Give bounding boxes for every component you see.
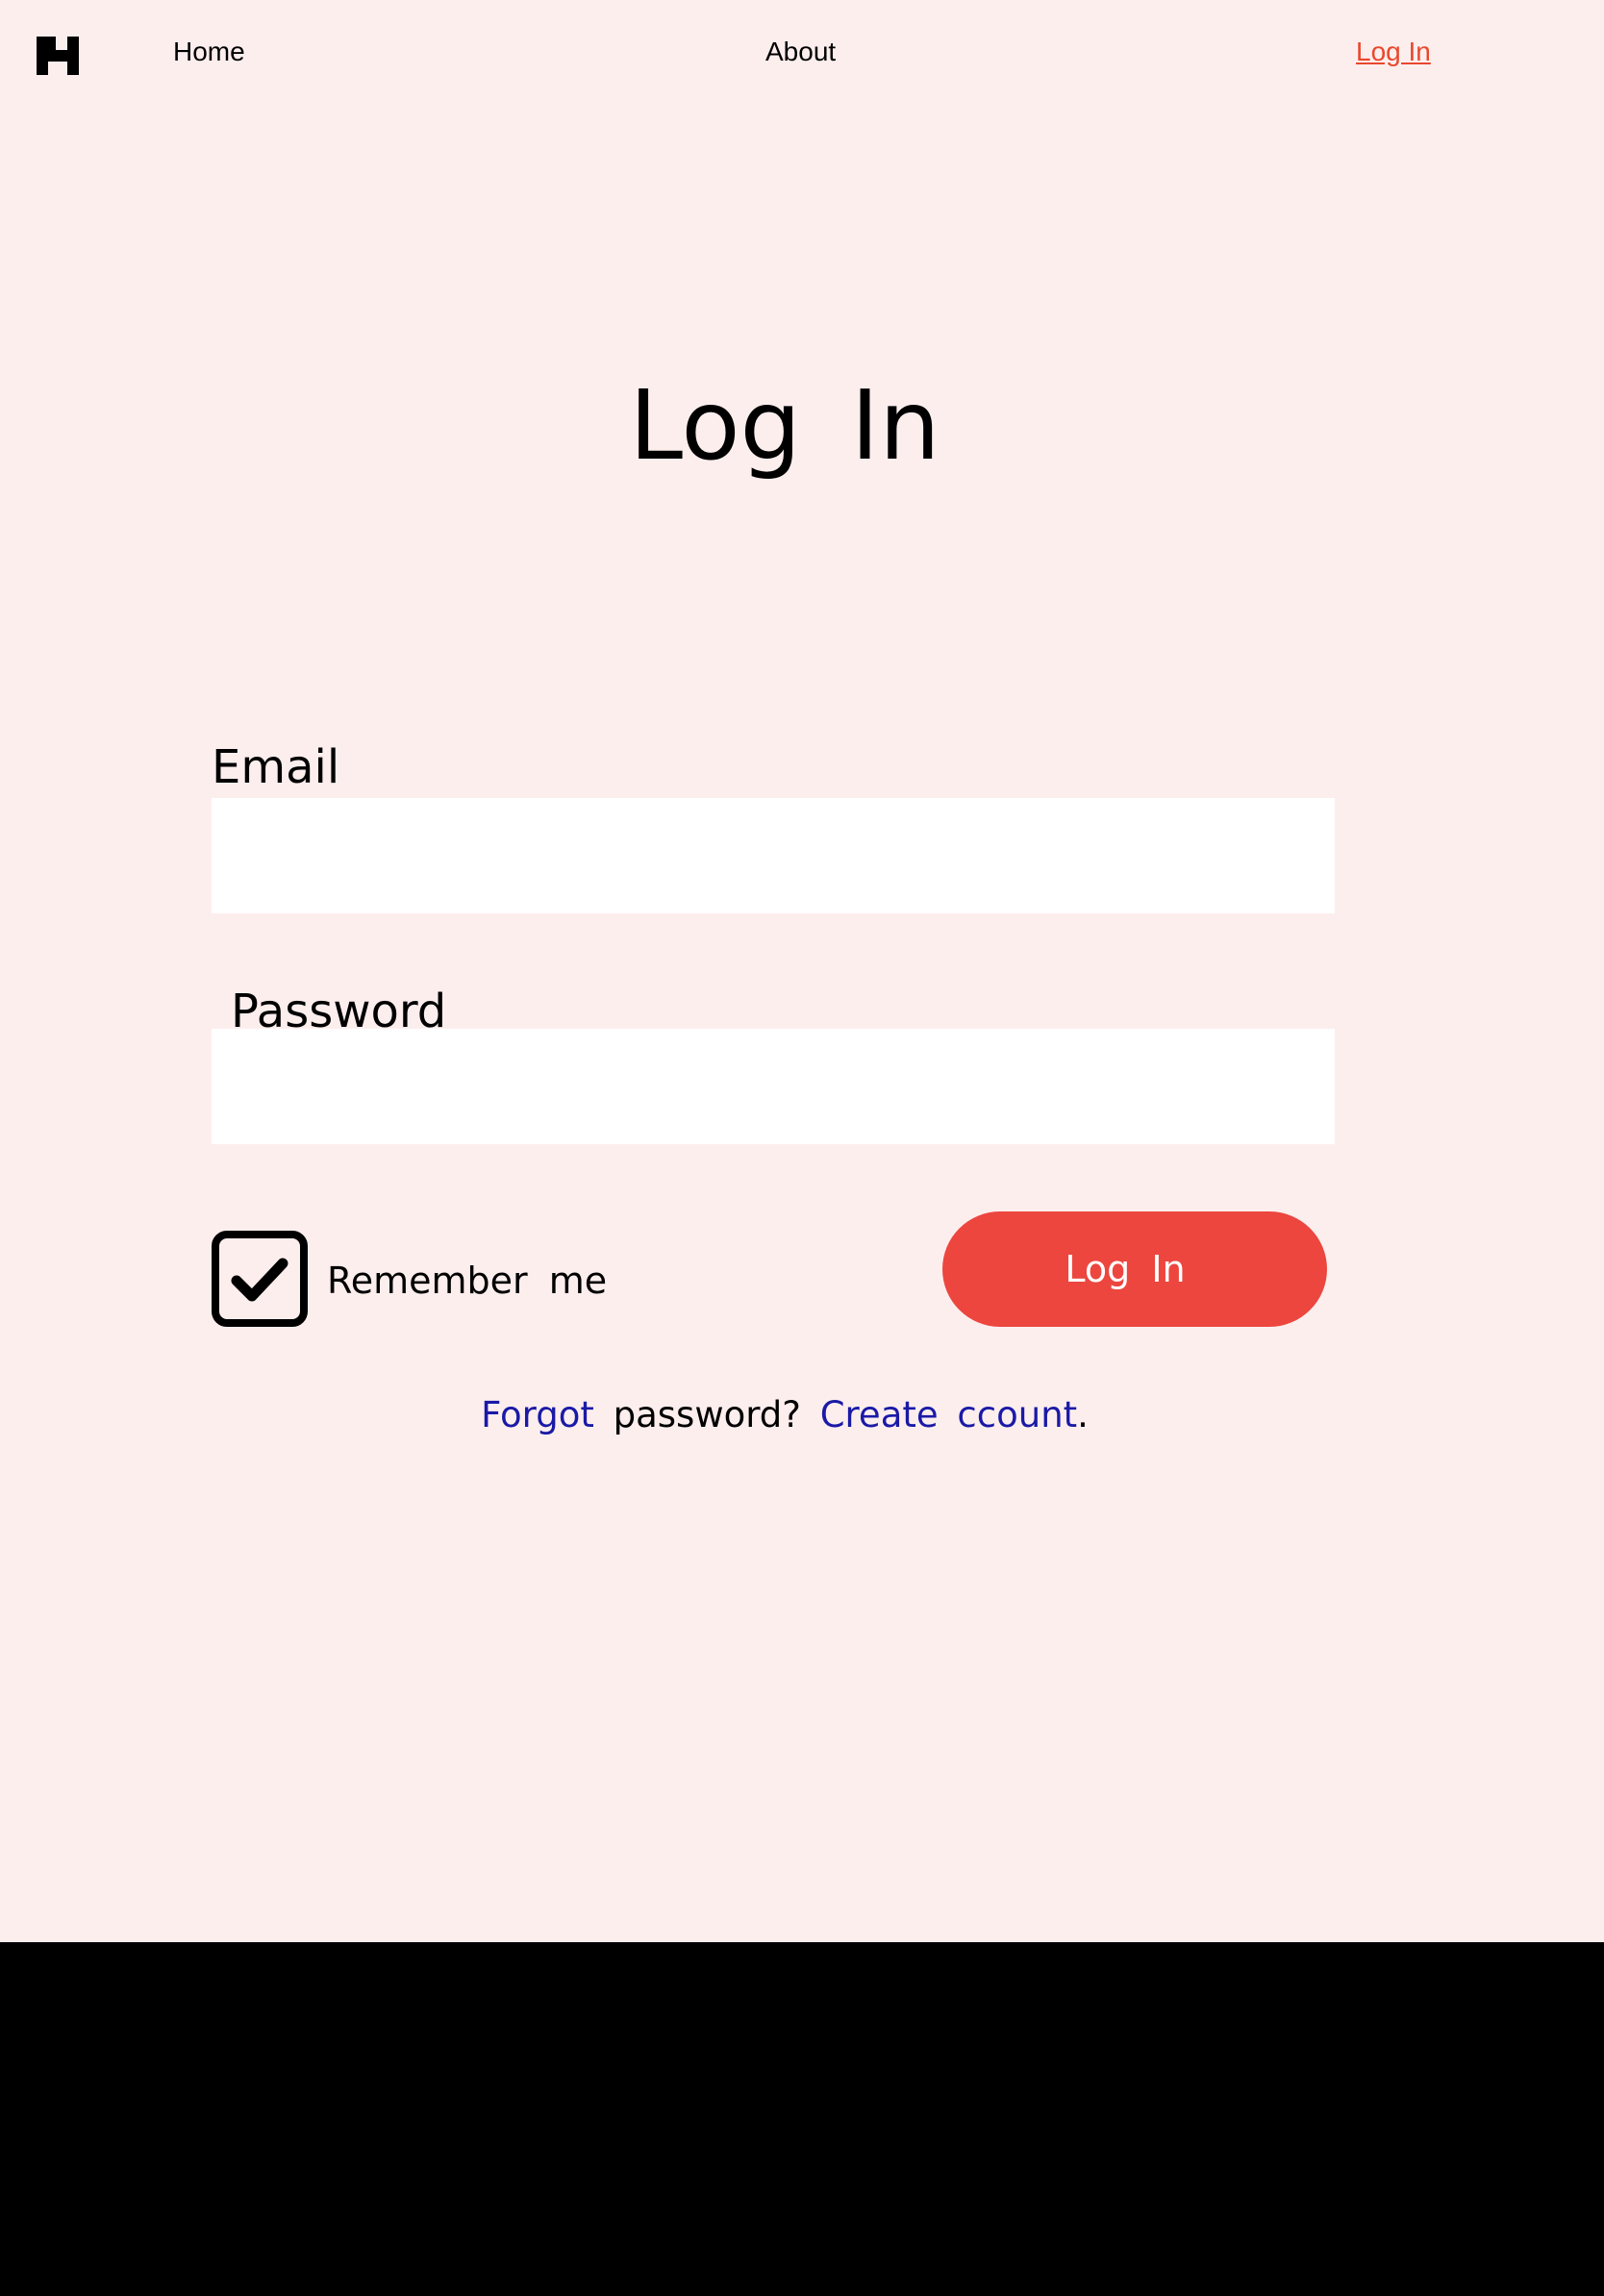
email-label: Email <box>212 740 340 794</box>
page-title: Log In <box>629 369 940 482</box>
footer <box>0 1942 1604 2296</box>
create-account-link-account[interactable]: ccount <box>957 1394 1077 1435</box>
page-body: Home About Log In Log In Email Password … <box>0 0 1604 1942</box>
create-account-link-create[interactable]: Create <box>820 1394 939 1435</box>
forgot-password-link[interactable]: Forgot <box>481 1394 594 1435</box>
password-question-text: password? <box>613 1394 801 1435</box>
account-links: Forgot password? Create ccount. <box>0 1388 1569 1442</box>
nav-home-link[interactable]: Home <box>173 35 245 69</box>
login-button[interactable]: Log In <box>942 1211 1327 1327</box>
nav-login-link[interactable]: Log In <box>1356 35 1431 69</box>
create-account-link[interactable]: Create ccount <box>820 1394 1077 1435</box>
h-logo-icon[interactable] <box>37 37 79 75</box>
remember-me-label: Remember me <box>327 1260 608 1302</box>
password-field[interactable] <box>212 1029 1335 1144</box>
email-field[interactable] <box>212 798 1335 913</box>
checkbox-checked-icon[interactable] <box>212 1231 308 1327</box>
nav-about-link[interactable]: About <box>765 35 836 69</box>
links-trailing-period: . <box>1077 1394 1089 1435</box>
